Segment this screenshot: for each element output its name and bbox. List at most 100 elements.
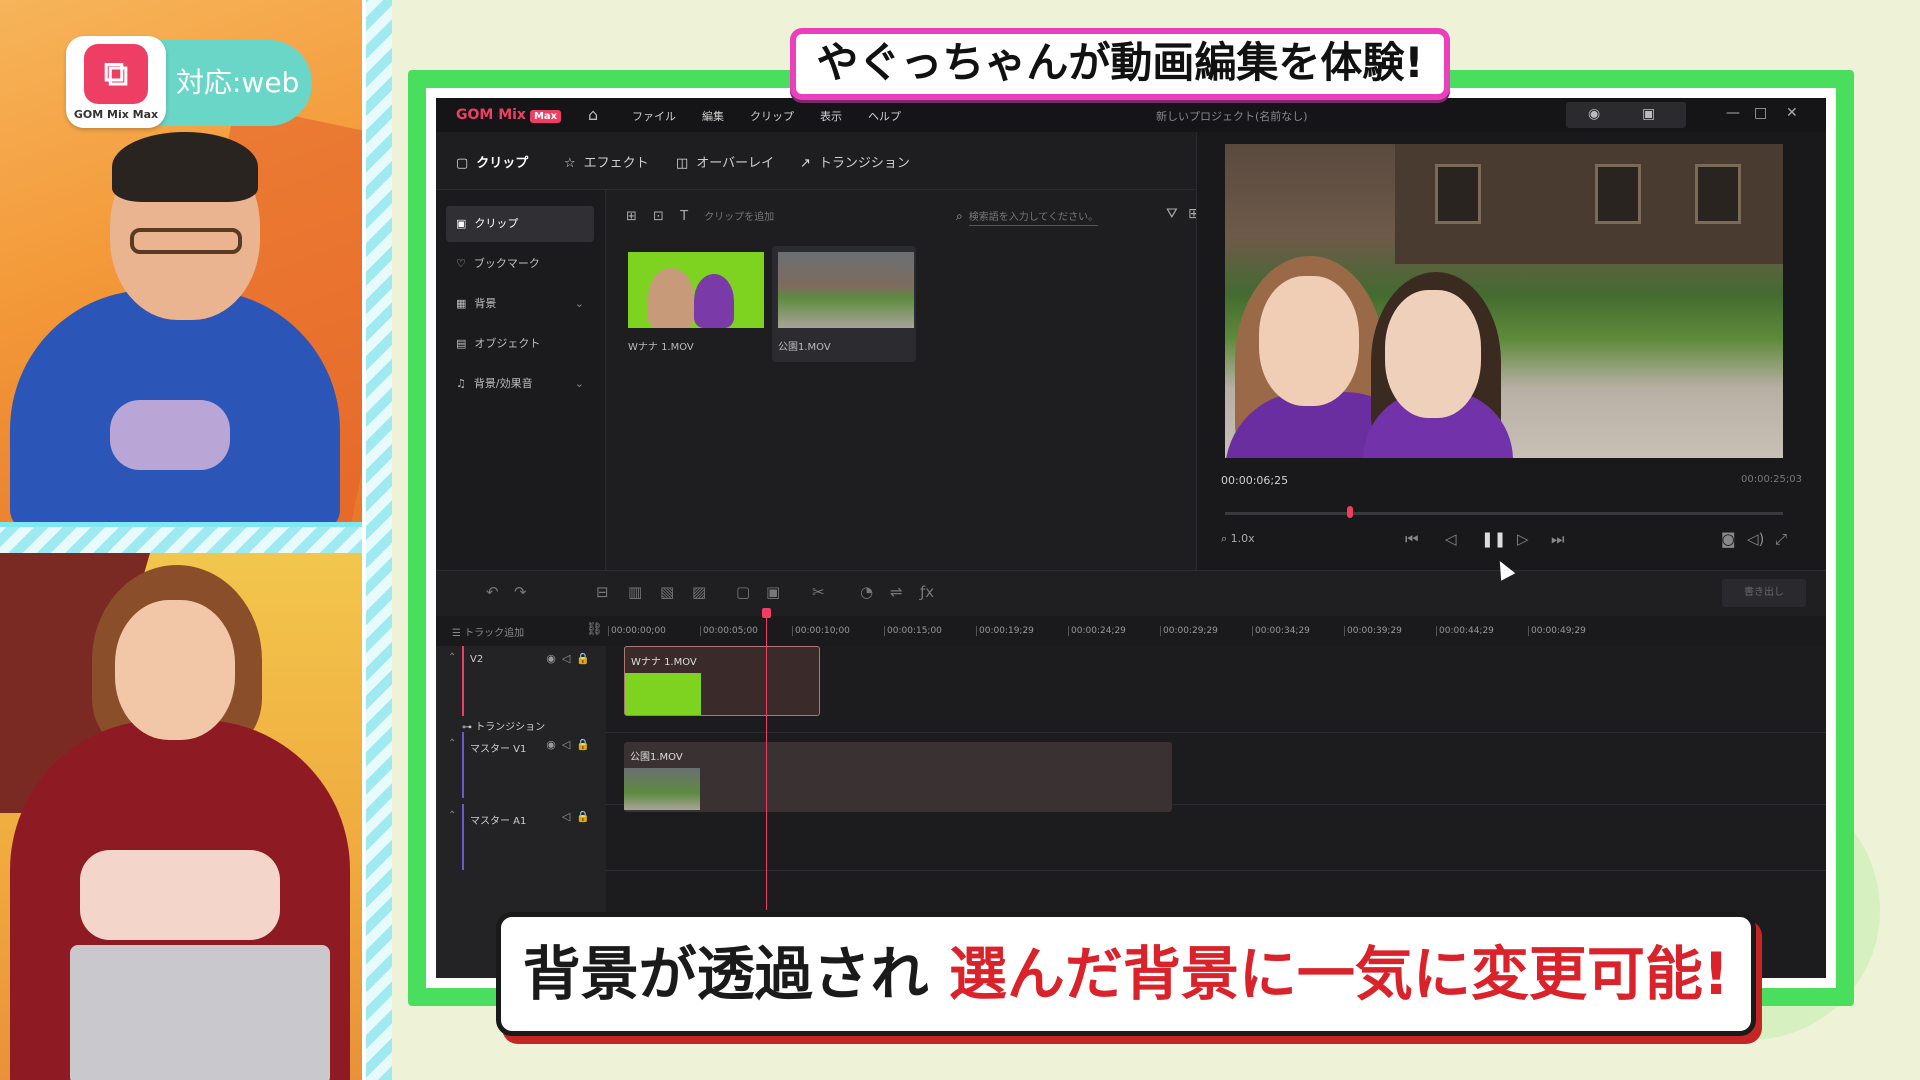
account-icon[interactable]: ◉ (1588, 106, 1600, 122)
transition-track[interactable]: ⊶ トランジション (462, 718, 545, 733)
tab-effect[interactable]: ☆ エフェクト (564, 152, 649, 171)
menu-view[interactable]: 表示 (820, 108, 842, 124)
tab-clip[interactable]: ▢ クリップ (456, 152, 528, 171)
stripe-border (362, 0, 392, 1080)
chevron-down-icon: ⌄ (574, 377, 584, 390)
add-file-icon[interactable]: ⊞ (626, 209, 637, 224)
menu-file[interactable]: ファイル (632, 108, 676, 124)
sidebar-item-bookmark[interactable]: ♡ ブックマーク (446, 246, 594, 282)
split-icon[interactable]: ▥ (628, 583, 642, 601)
collapse-icon[interactable]: ⌃ (448, 738, 456, 749)
app-brand: GOM Mix Max (456, 107, 562, 123)
media-clip-wnana[interactable]: Wナナ 1.MOV (622, 246, 766, 362)
track-name: マスター A1 (470, 816, 527, 827)
timeline-clip-park[interactable]: 公園1.MOV (624, 742, 1172, 812)
brand-badge: Max (529, 110, 562, 123)
folder-icon: ▣ (456, 217, 467, 230)
redo-icon[interactable]: ↷ (514, 583, 527, 601)
collapse-icon[interactable]: ⌃ (448, 652, 456, 663)
track-controls[interactable]: ◉◁🔒 (546, 738, 596, 751)
track-name: V2 (470, 654, 484, 665)
home-icon[interactable]: ⌂ (588, 105, 598, 124)
mark-in-icon[interactable]: ▢ (736, 583, 750, 601)
collapse-icon[interactable]: ⌃ (448, 810, 456, 821)
skip-end-icon[interactable]: ⏭ (1551, 530, 1565, 548)
sidebar-item-object[interactable]: ▤ オブジェクト (446, 326, 594, 362)
timeline-clip-wnana[interactable]: Wナナ 1.MOV (624, 646, 820, 716)
video-preview[interactable] (1225, 144, 1783, 458)
current-time: 00:00:06;25 (1221, 474, 1289, 487)
building-window (1435, 164, 1481, 224)
maximize-icon[interactable]: □ (1754, 105, 1767, 121)
crop-icon[interactable]: ▨ (692, 583, 706, 601)
step-back-icon[interactable]: ◁ (1445, 530, 1457, 548)
building-window (1595, 164, 1641, 224)
save-icon[interactable]: ▣ (1642, 106, 1655, 122)
thumb-person (648, 268, 694, 328)
heart-icon: ♡ (456, 257, 466, 270)
zoom-control[interactable]: ⌕ 1.0x (1221, 532, 1255, 546)
insert-icon[interactable]: ⊟ (596, 583, 609, 601)
object-icon: ▤ (456, 337, 467, 350)
undo-icon[interactable]: ↶ (486, 583, 499, 601)
track-controls[interactable]: ◁🔒 (562, 810, 596, 823)
clip-filename: Wナナ 1.MOV (628, 342, 694, 353)
volume-icon[interactable]: ◁) (1747, 530, 1764, 548)
track-header-master-a1[interactable]: ⌃ マスター A1 ◁🔒 (436, 804, 606, 870)
clip-name: Wナナ 1.MOV (631, 657, 697, 668)
lane-divider (606, 870, 1826, 871)
stripe-divider (0, 527, 362, 553)
search-input[interactable]: 検索語を入力してください。 (968, 212, 1099, 226)
seek-handle[interactable] (1346, 506, 1353, 518)
snapshot-icon[interactable]: ◙ (1721, 530, 1736, 548)
track-header-v2[interactable]: ⌃ V2 ◉◁🔒 (436, 646, 606, 716)
media-toolbar: ⊞ ⊡ T クリップを追加 (626, 208, 786, 224)
media-clip-park[interactable]: 公園1.MOV (772, 246, 916, 362)
skip-start-icon[interactable]: ⏮ (1405, 530, 1419, 548)
seek-bar[interactable] (1225, 512, 1783, 515)
fullscreen-icon[interactable]: ⤢ (1775, 530, 1787, 548)
search-icon: ⌕ (956, 209, 963, 223)
track-header-master-v1[interactable]: ⌃ マスター V1 ◉◁🔒 (436, 732, 606, 798)
title-bar: GOM Mix Max ⌂ ファイル 編集 クリップ 表示 ヘルプ 新しいプロジェ… (436, 98, 1826, 132)
sidebar-item-background[interactable]: ▦ 背景 ⌄ (446, 286, 594, 322)
tab-overlay[interactable]: ◫ オーバーレイ (676, 152, 774, 171)
media-tabs: ▢ クリップ ☆ エフェクト ◫ オーバーレイ ↗ トランジション (436, 132, 1196, 190)
timeline-playhead[interactable] (766, 610, 767, 910)
thumb-person (694, 274, 734, 328)
export-button[interactable]: 書き出し (1722, 579, 1806, 607)
search-box[interactable]: ⌕ 検索語を入力してください。 (956, 208, 1099, 226)
adjust-icon[interactable]: ⇌ (890, 583, 903, 601)
clip-filename: 公園1.MOV (778, 342, 831, 353)
gom-logo-icon: ⧉ (84, 44, 148, 104)
preview-building (1395, 144, 1783, 264)
fx-icon[interactable]: ƒx (920, 583, 934, 601)
trim-icon[interactable]: ▧ (660, 583, 674, 601)
step-forward-icon[interactable]: ▷ (1517, 530, 1529, 548)
add-text-icon[interactable]: T (680, 209, 688, 224)
cut-icon[interactable]: ✂ (812, 583, 825, 601)
link-icon[interactable]: ⛓ (586, 622, 603, 637)
headline-banner: やぐっちゃんが動画編集を体験! (790, 28, 1450, 100)
menu-help[interactable]: ヘルプ (868, 108, 901, 124)
minimize-icon[interactable]: — (1726, 105, 1740, 121)
filter-icon[interactable]: ⛛ (1166, 206, 1178, 222)
camera-strip: 対応:web ⧉ GOM Mix Max (0, 0, 392, 1080)
sidebar-item-clip[interactable]: ▣ クリップ (446, 206, 594, 242)
track-controls[interactable]: ◉◁🔒 (546, 652, 596, 665)
add-track-button[interactable]: ☰ トラック追加 (452, 624, 524, 639)
close-icon[interactable]: ✕ (1786, 105, 1798, 121)
add-clip-label[interactable]: クリップを追加 (704, 212, 774, 223)
tab-transition[interactable]: ↗ トランジション (800, 152, 910, 171)
app-logo-badge: ⧉ GOM Mix Max (66, 36, 166, 128)
clip-thumbnail (625, 673, 701, 715)
ruler-tick: 00:00:44;29 (1436, 626, 1494, 636)
speed-icon[interactable]: ◔ (860, 583, 873, 601)
pause-icon[interactable]: ❚❚ (1481, 530, 1506, 548)
sidebar-item-sound[interactable]: ♫ 背景/効果音 ⌄ (446, 366, 594, 402)
menu-edit[interactable]: 編集 (702, 108, 724, 124)
add-image-icon[interactable]: ⊡ (653, 209, 664, 224)
mark-out-icon[interactable]: ▣ (766, 583, 780, 601)
menu-clip[interactable]: クリップ (750, 108, 794, 124)
pattern-icon: ▦ (456, 297, 467, 310)
